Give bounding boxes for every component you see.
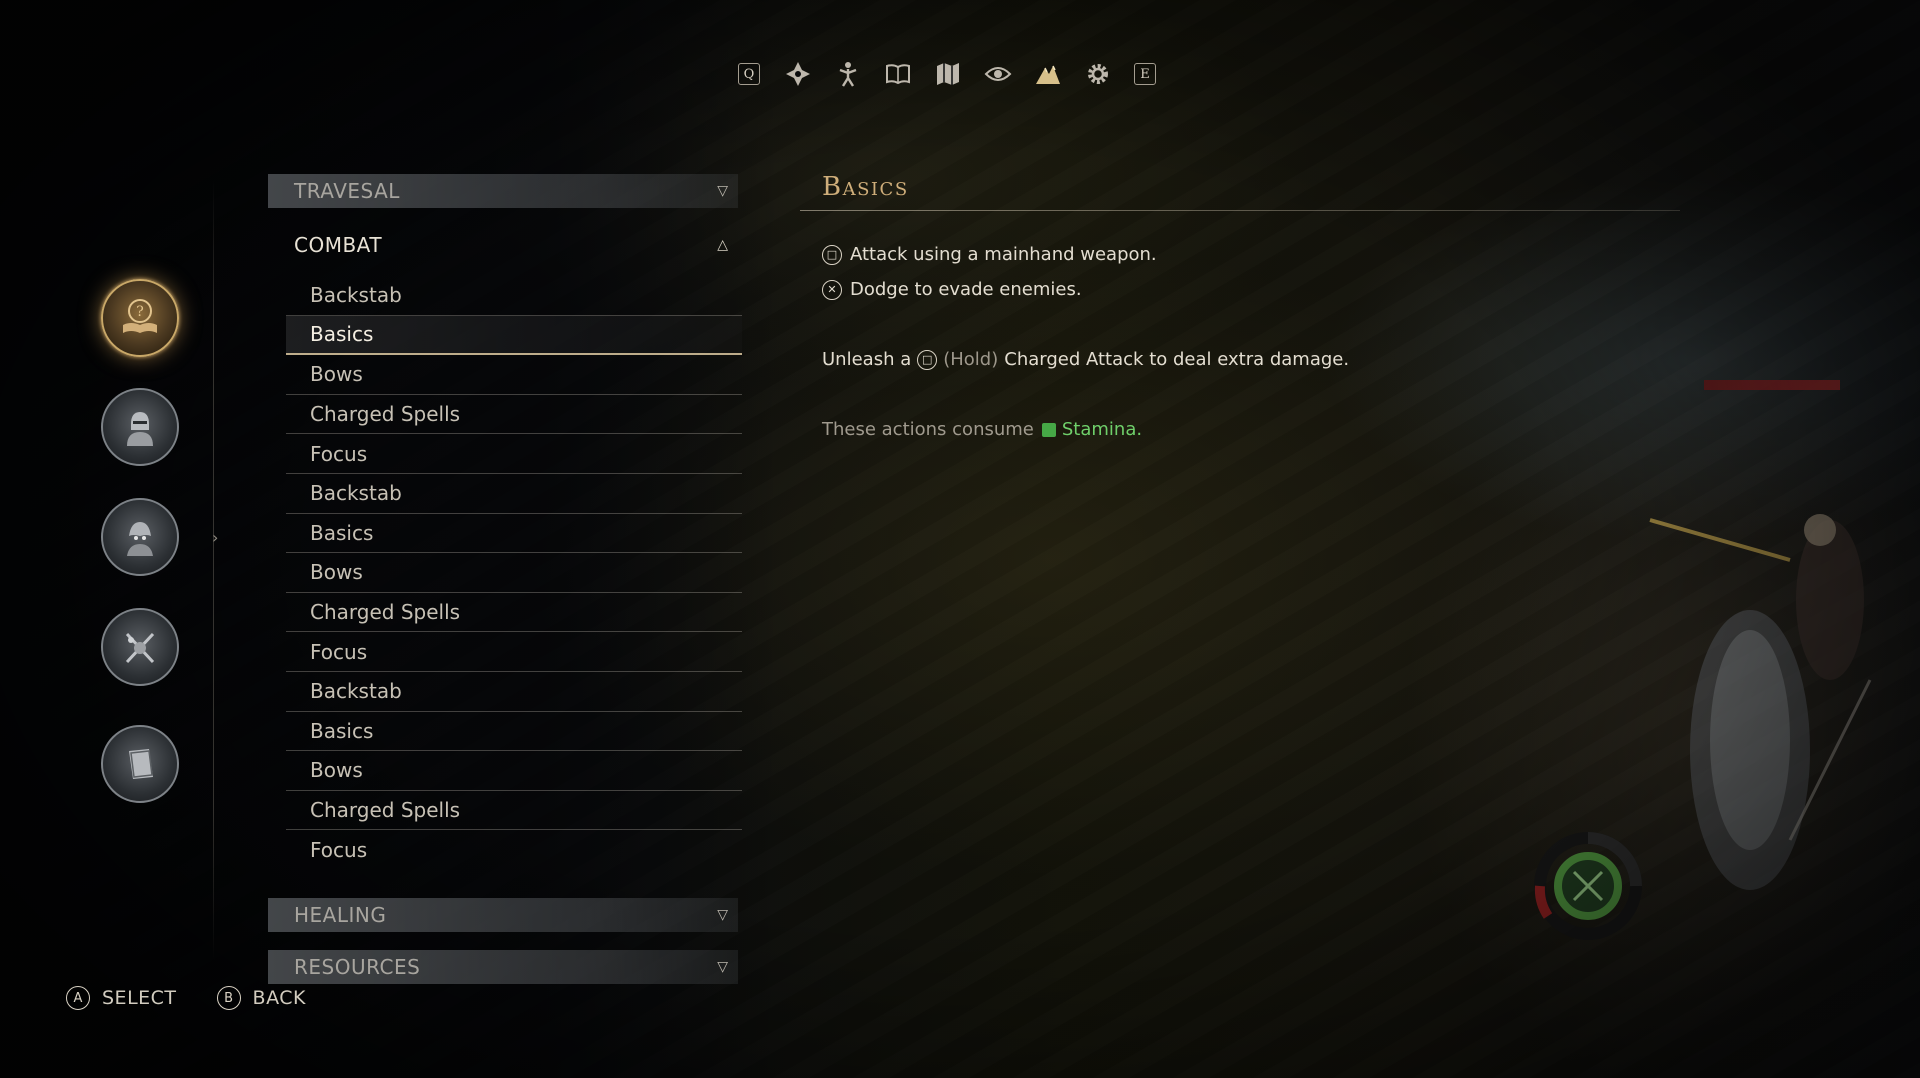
- topic-item[interactable]: Backstab: [286, 474, 742, 514]
- topic-item[interactable]: Backstab: [286, 276, 742, 316]
- title-divider: [800, 210, 1680, 211]
- topic-item[interactable]: Bows: [286, 751, 742, 791]
- stamina-note: These actions consume Stamina.: [822, 419, 1142, 440]
- topic-item[interactable]: Focus: [286, 830, 742, 870]
- select-prompt[interactable]: SELECT: [102, 987, 177, 1009]
- topic-item[interactable]: Bows: [286, 553, 742, 593]
- top-navigation: Q E: [732, 56, 1170, 92]
- topic-item[interactable]: Charged Spells: [286, 395, 742, 435]
- healing-section-header[interactable]: HEALING ▽: [268, 898, 738, 932]
- resources-section-label: RESOURCES: [294, 955, 421, 979]
- vision-icon[interactable]: [980, 56, 1016, 92]
- topic-item[interactable]: Basics: [286, 712, 742, 752]
- map-icon[interactable]: [930, 56, 966, 92]
- tutorials-category[interactable]: ?: [101, 279, 179, 357]
- square-button-icon: □: [917, 349, 938, 370]
- b-button-icon: B: [216, 986, 241, 1010]
- square-button-icon: □: [822, 244, 842, 265]
- tutorial-title: Basics: [822, 172, 909, 202]
- topic-item[interactable]: Bows: [286, 355, 742, 395]
- knight-icon: [127, 412, 153, 446]
- topic-item[interactable]: Basics: [286, 514, 742, 554]
- weapons-icon: [125, 632, 155, 664]
- charged-prefix-text: Unleash a: [822, 349, 912, 370]
- stamina-text: Stamina.: [1061, 419, 1143, 440]
- hold-text: (Hold): [943, 349, 999, 370]
- book-question-icon: ?: [123, 299, 157, 333]
- topic-item[interactable]: Focus: [286, 434, 742, 474]
- topic-item[interactable]: Charged Spells: [286, 791, 742, 831]
- traversal-section-label: TRAVESAL: [294, 179, 400, 203]
- dodge-instruction: ✕ Dodge to evade enemies.: [822, 279, 1082, 300]
- journal-icon[interactable]: [880, 56, 916, 92]
- expand-chevron-icon: ▽: [717, 959, 728, 975]
- rail-divider: [213, 180, 214, 960]
- lore-category[interactable]: [101, 725, 179, 803]
- rail-arrow-icon: ›: [212, 528, 219, 547]
- items-category[interactable]: [101, 608, 179, 686]
- combat-topic-list: Backstab Basics Bows Charged Spells Focus Bac…: [286, 276, 742, 870]
- topic-item[interactable]: Backstab: [286, 672, 742, 712]
- consume-text: These actions consume: [822, 419, 1034, 440]
- knight-category[interactable]: [101, 388, 179, 466]
- dodge-instruction-text: Dodge to evade enemies.: [850, 279, 1082, 300]
- collapse-chevron-icon: △: [717, 237, 728, 253]
- button-prompts: A SELECT B BACK: [66, 986, 346, 1010]
- cross-button-icon: ✕: [822, 279, 842, 300]
- charged-suffix-text: Charged Attack to deal extra damage.: [1004, 349, 1350, 370]
- charged-attack-instruction: Unleash a □ (Hold) Charged Attack to dea…: [822, 349, 1349, 370]
- topic-item[interactable]: Focus: [286, 632, 742, 672]
- back-prompt[interactable]: BACK: [253, 987, 306, 1009]
- settings-icon[interactable]: [1080, 56, 1116, 92]
- character-icon[interactable]: [830, 56, 866, 92]
- resources-section-header[interactable]: RESOURCES ▽: [268, 950, 738, 984]
- combat-section-label: COMBAT: [294, 233, 383, 257]
- tome-icon: [129, 749, 153, 779]
- topic-item[interactable]: Charged Spells: [286, 593, 742, 633]
- combat-section-header[interactable]: COMBAT △: [268, 228, 738, 262]
- skills-icon[interactable]: [780, 56, 816, 92]
- prev-tab-key[interactable]: Q: [738, 63, 760, 85]
- expand-chevron-icon: ▽: [717, 183, 728, 199]
- next-tab-key[interactable]: E: [1134, 63, 1156, 85]
- attack-instruction: □ Attack using a mainhand weapon.: [822, 244, 1157, 265]
- topic-item[interactable]: Basics: [286, 315, 742, 356]
- stamina-icon: [1041, 422, 1056, 437]
- attack-instruction-text: Attack using a mainhand weapon.: [850, 244, 1157, 265]
- expand-chevron-icon: ▽: [717, 907, 728, 923]
- a-button-icon: A: [66, 986, 90, 1010]
- svg-text:?: ?: [136, 304, 144, 320]
- traversal-section-header[interactable]: TRAVESAL ▽: [268, 174, 738, 208]
- creature-icon: [127, 522, 153, 556]
- creatures-category[interactable]: [101, 498, 179, 576]
- healing-section-label: HEALING: [294, 903, 387, 927]
- tutorial-icon[interactable]: [1030, 56, 1066, 92]
